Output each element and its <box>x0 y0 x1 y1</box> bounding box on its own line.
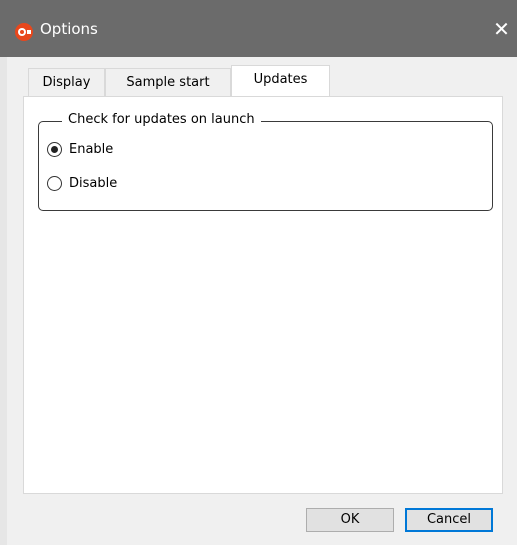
radio-enable-indicator[interactable] <box>47 142 62 157</box>
left-frame-edge <box>0 57 7 545</box>
radio-disable[interactable]: Disable <box>47 176 117 191</box>
groupbox-title: Check for updates on launch <box>62 111 261 129</box>
cancel-button[interactable]: Cancel <box>405 508 493 532</box>
ok-button[interactable]: OK <box>306 508 394 532</box>
title-bar: Options ✕ <box>0 0 517 57</box>
app-logo-icon <box>14 22 34 42</box>
radio-enable-label: Enable <box>69 142 114 157</box>
tab-sample-start[interactable]: Sample start <box>105 68 231 96</box>
update-groupbox <box>38 121 493 211</box>
radio-enable[interactable]: Enable <box>47 142 113 157</box>
radio-disable-label: Disable <box>69 176 118 191</box>
tab-display[interactable]: Display <box>28 68 105 96</box>
close-icon[interactable]: ✕ <box>486 14 517 46</box>
window-title: Options <box>40 20 98 38</box>
tab-updates[interactable]: Updates <box>231 65 330 96</box>
radio-disable-indicator[interactable] <box>47 176 62 191</box>
